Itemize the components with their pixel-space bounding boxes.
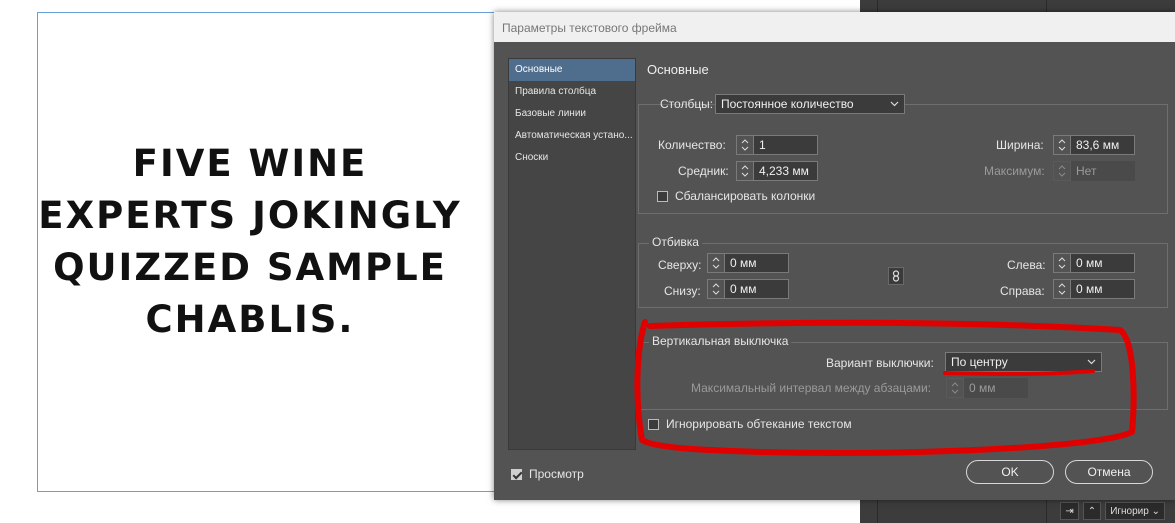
stepper-arrows-icon[interactable] [1053,135,1071,155]
count-stepper[interactable]: 1 [736,135,818,155]
ignore-select[interactable]: Игнорир ⌄ [1105,502,1165,520]
text-wrap-icon[interactable]: ⇥ [1060,502,1079,520]
panel-bottom-controls: ⇥ ⌃ Игнорир ⌄ [1060,501,1165,521]
stepper-arrows-icon [1053,161,1071,181]
nav-item-baselines[interactable]: Базовые линии [509,103,635,125]
align-value: По центру [951,355,1008,369]
inset-top-label: Сверху: [658,258,702,272]
nav-item-footnotes[interactable]: Сноски [509,147,635,169]
stepper-arrows-icon[interactable] [736,161,754,181]
cancel-button[interactable]: Отмена [1065,460,1153,484]
sample-text: Five wine experts jokingly quizzed sampl… [30,138,470,346]
inset-left-stepper[interactable]: 0 мм [1053,253,1135,273]
ignore-select-label: Игнорир [1110,505,1149,517]
ok-button[interactable]: OK [966,460,1054,484]
inset-group-label: Отбивка [649,235,702,249]
sample-text-line: Five wine [132,142,368,185]
stepper-arrows-icon [946,378,964,398]
inset-left-value[interactable]: 0 мм [1071,253,1135,273]
align-select[interactable]: По центру [945,352,1102,372]
inset-right-label: Справа: [1000,284,1045,298]
gutter-label: Средник: [678,164,729,178]
chevron-down-icon [1087,353,1096,371]
balance-columns-checkbox[interactable]: Сбалансировать колонки [657,189,815,203]
dialog-title[interactable]: Параметры текстового фрейма [494,12,1175,42]
inset-left-label: Слева: [1007,258,1046,272]
paragraph-spacing-value: 0 мм [964,378,1028,398]
sample-text-line: Chablis. [145,298,355,341]
checkbox-box[interactable] [648,418,659,430]
align-label: Вариант выключки: [826,356,934,370]
width-value[interactable]: 83,6 мм [1071,135,1135,155]
stepper-icon[interactable]: ⌃ [1082,502,1102,520]
stepper-arrows-icon[interactable] [1053,253,1071,273]
columns-label: Столбцы: [660,97,714,111]
stepper-arrows-icon[interactable] [1053,279,1071,299]
link-icon[interactable] [888,267,904,285]
max-label: Максимум: [984,164,1045,178]
count-value[interactable]: 1 [754,135,818,155]
chevron-down-icon [890,95,899,113]
width-label: Ширина: [996,138,1044,152]
balance-columns-label: Сбалансировать колонки [675,189,816,203]
max-stepper: Нет [1053,161,1135,181]
count-label: Количество: [658,138,726,152]
inset-right-value[interactable]: 0 мм [1071,279,1135,299]
max-value: Нет [1071,161,1135,181]
preview-checkbox[interactable]: Просмотр [511,467,584,481]
dialog-nav: Основные Правила столбца Базовые линии А… [508,58,636,450]
section-title: Основные [647,62,709,77]
gutter-stepper[interactable]: 4,233 мм [736,161,818,181]
columns-mode-select[interactable]: Постоянное количество [715,94,905,114]
nav-item-auto-size[interactable]: Автоматическая устано... [509,125,635,147]
paragraph-spacing-label: Максимальный интервал между абзацами: [691,381,932,395]
preview-label: Просмотр [529,467,584,481]
inset-top-stepper[interactable]: 0 мм [707,253,789,273]
chevron-down-icon: ⌄ [1148,505,1160,517]
nav-item-column-rules[interactable]: Правила столбца [509,81,635,103]
inset-top-value[interactable]: 0 мм [725,253,789,273]
width-stepper[interactable]: 83,6 мм [1053,135,1135,155]
checkbox-box[interactable] [511,468,522,480]
stepper-arrows-icon[interactable] [707,279,725,299]
inset-bottom-stepper[interactable]: 0 мм [707,279,789,299]
sample-text-line: experts jokingly [38,194,462,237]
ignore-wrap-checkbox[interactable]: Игнорировать обтекание текстом [648,417,852,431]
ignore-wrap-label: Игнорировать обтекание текстом [666,417,852,431]
stepper-arrows-icon[interactable] [707,253,725,273]
inset-right-stepper[interactable]: 0 мм [1053,279,1135,299]
stepper-arrows-icon[interactable] [736,135,754,155]
inset-bottom-value[interactable]: 0 мм [725,279,789,299]
vertical-justification-label: Вертикальная выключка [649,334,792,348]
nav-item-general[interactable]: Основные [509,59,635,81]
gutter-value[interactable]: 4,233 мм [754,161,818,181]
columns-mode-value: Постоянное количество [721,97,854,111]
checkbox-box[interactable] [657,190,668,202]
inset-bottom-label: Снизу: [664,284,701,298]
sample-text-line: quizzed sample [53,246,447,289]
text-frame-options-dialog: Параметры текстового фрейма Основные Пра… [494,12,1175,500]
paragraph-spacing-stepper: 0 мм [946,378,1028,398]
